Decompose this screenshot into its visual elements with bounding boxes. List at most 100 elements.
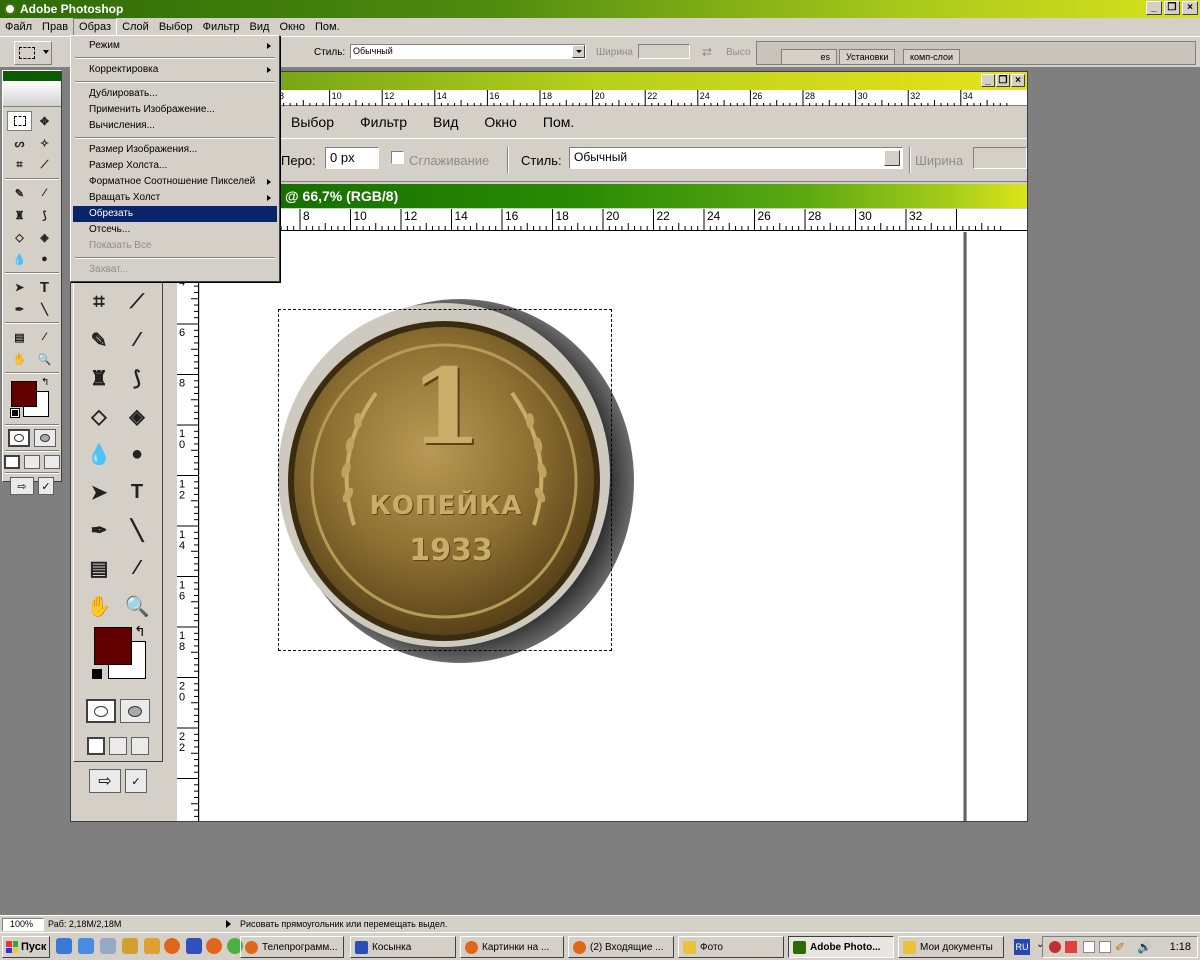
taskbar-item[interactable]: Фото xyxy=(678,936,784,958)
status-menu-icon[interactable] xyxy=(226,920,231,928)
image-menu-item[interactable]: Вычисления... xyxy=(73,118,277,134)
standard-mode-icon[interactable] xyxy=(86,699,116,723)
palette-tab-layer-comps[interactable]: комп-слои xyxy=(903,49,960,65)
paint-bucket-icon[interactable]: ◈ xyxy=(118,403,156,429)
menu-select[interactable]: Выбор xyxy=(154,18,198,36)
taskbar-item[interactable]: Картинки на ... xyxy=(460,936,564,958)
notes-tool-icon[interactable]: ▤ xyxy=(80,555,118,581)
inner-menu-select[interactable]: Выбор xyxy=(291,114,334,130)
line-tool-icon[interactable]: ╲ xyxy=(32,299,57,319)
volume-icon[interactable]: 🔊 xyxy=(1137,940,1152,954)
hand-tool-icon[interactable]: ✋ xyxy=(80,593,118,619)
taskbar-item-active[interactable]: Adobe Photo... xyxy=(788,936,894,958)
default-colors-icon[interactable] xyxy=(92,669,102,679)
image-menu-item[interactable]: Размер Изображения... xyxy=(73,142,277,158)
antivirus-icon[interactable] xyxy=(1049,941,1061,953)
pen-tool-icon[interactable]: ✒ xyxy=(80,517,118,543)
foreground-color-swatch[interactable] xyxy=(11,381,37,407)
tray-app-icon[interactable] xyxy=(1065,941,1077,953)
tray-tool-icon[interactable]: ✐ xyxy=(1115,940,1125,954)
move-tool-icon[interactable]: ✥ xyxy=(32,111,57,131)
jump-to-imageready-icon[interactable]: ⇨ xyxy=(10,477,34,495)
menu-window[interactable]: Окно xyxy=(274,18,310,36)
inner-width-field[interactable] xyxy=(973,147,1027,169)
screen-mode-full-icon[interactable] xyxy=(44,455,60,469)
screen-mode-menu-icon[interactable] xyxy=(24,455,40,469)
minimize-button[interactable]: _ xyxy=(1146,1,1162,15)
lasso-tool-icon[interactable]: ᔕ xyxy=(7,133,32,153)
menu-file[interactable]: Файл xyxy=(0,18,37,36)
screen-mode-standard-icon[interactable] xyxy=(4,455,20,469)
taskbar-item[interactable]: Косынка xyxy=(350,936,456,958)
feather-input[interactable]: 0 px xyxy=(325,147,379,169)
image-menu-item[interactable]: Применить Изображение... xyxy=(73,102,277,118)
menu-view[interactable]: Вид xyxy=(245,18,275,36)
marquee-tool-icon[interactable] xyxy=(7,111,32,131)
zoom-field[interactable]: 100% xyxy=(2,918,44,931)
inner-menu-view[interactable]: Вид xyxy=(433,114,458,130)
history-brush-icon[interactable]: ⟆ xyxy=(32,205,57,225)
check-icon[interactable]: ✓ xyxy=(125,769,147,793)
image-menu-item[interactable]: Корректировка xyxy=(73,62,277,78)
type-tool-icon[interactable]: T xyxy=(32,277,57,297)
firefox-quicklaunch-icon[interactable] xyxy=(164,938,180,954)
eraser-tool-icon[interactable]: ◇ xyxy=(7,227,32,247)
magic-wand-icon[interactable]: ✧ xyxy=(32,133,57,153)
image-menu-item[interactable]: Отсечь... xyxy=(73,222,277,238)
healing-brush-icon[interactable]: ✎ xyxy=(80,327,118,353)
blur-tool-icon[interactable]: 💧 xyxy=(7,249,32,269)
width-field[interactable] xyxy=(638,44,690,59)
healing-brush-icon[interactable]: ✎ xyxy=(7,183,32,203)
menu-help[interactable]: Пом. xyxy=(310,18,345,36)
taskbar-item[interactable]: (2) Входящие ... xyxy=(568,936,674,958)
screen-mode-standard-icon[interactable] xyxy=(87,737,105,755)
save-quicklaunch-icon[interactable] xyxy=(186,938,202,954)
folder-quicklaunch-icon[interactable] xyxy=(122,938,138,954)
check-icon[interactable]: ✓ xyxy=(38,477,54,495)
eyedropper-icon[interactable]: ⁄ xyxy=(118,555,156,581)
image-menu-item[interactable]: Размер Холста... xyxy=(73,158,277,174)
antialias-checkbox[interactable] xyxy=(391,151,404,164)
history-brush-icon[interactable]: ⟆ xyxy=(118,365,156,391)
inner-menu-help[interactable]: Пом. xyxy=(543,114,574,130)
ie-quicklaunch-icon[interactable] xyxy=(56,938,72,954)
blur-tool-icon[interactable]: 💧 xyxy=(80,441,118,467)
firefox2-quicklaunch-icon[interactable] xyxy=(206,938,222,954)
menu-filter[interactable]: Фильтр xyxy=(198,18,245,36)
media-quicklaunch-icon[interactable] xyxy=(100,938,116,954)
line-tool-icon[interactable]: ╲ xyxy=(118,517,156,543)
dodge-tool-icon[interactable]: ● xyxy=(32,249,57,269)
path-select-icon[interactable]: ➤ xyxy=(80,479,118,505)
screen-mode-menu-icon[interactable] xyxy=(109,737,127,755)
hand-tool-icon[interactable]: ✋ xyxy=(7,349,32,369)
brush-tool-icon[interactable]: ⁄ xyxy=(32,183,57,203)
tool-preset-picker[interactable] xyxy=(14,41,52,65)
clone-stamp-icon[interactable]: ♜ xyxy=(80,365,118,391)
close-button[interactable]: × xyxy=(1182,1,1198,15)
crop-tool-icon[interactable]: ⌗ xyxy=(80,289,118,315)
image-menu-item[interactable]: Обрезать xyxy=(73,206,277,222)
doc-close-button[interactable]: × xyxy=(1011,74,1025,87)
palette-tab-brushes[interactable]: es xyxy=(781,49,837,65)
eraser-tool-icon[interactable]: ◇ xyxy=(80,403,118,429)
quick-mask-icon[interactable] xyxy=(120,699,150,723)
image-menu-item[interactable]: Дублировать... xyxy=(73,86,277,102)
zoom-tool-icon[interactable]: 🔍 xyxy=(118,593,156,619)
screen-mode-full-icon[interactable] xyxy=(131,737,149,755)
brush-tool-icon[interactable]: ⁄ xyxy=(118,327,156,353)
doc-minimize-button[interactable]: _ xyxy=(981,74,995,87)
doc-restore-button[interactable]: ❐ xyxy=(996,74,1010,87)
language-indicator[interactable]: RU xyxy=(1014,939,1030,955)
tray-window-icon[interactable] xyxy=(1083,941,1095,953)
inner-menu-filter[interactable]: Фильтр xyxy=(360,114,407,130)
path-select-icon[interactable]: ➤ xyxy=(7,277,32,297)
start-button[interactable]: Пуск xyxy=(2,936,50,958)
crop-tool-icon[interactable]: ⌗ xyxy=(7,155,32,175)
menu-image[interactable]: Образ xyxy=(73,18,118,36)
style-select[interactable]: Обычный xyxy=(350,44,586,59)
palette-tab-presets[interactable]: Установки xyxy=(839,49,896,65)
dodge-tool-icon[interactable]: ● xyxy=(118,441,156,467)
inner-menu-window[interactable]: Окно xyxy=(484,114,517,130)
quick-mask-icon[interactable] xyxy=(34,429,56,447)
clone-stamp-icon[interactable]: ♜ xyxy=(7,205,32,225)
